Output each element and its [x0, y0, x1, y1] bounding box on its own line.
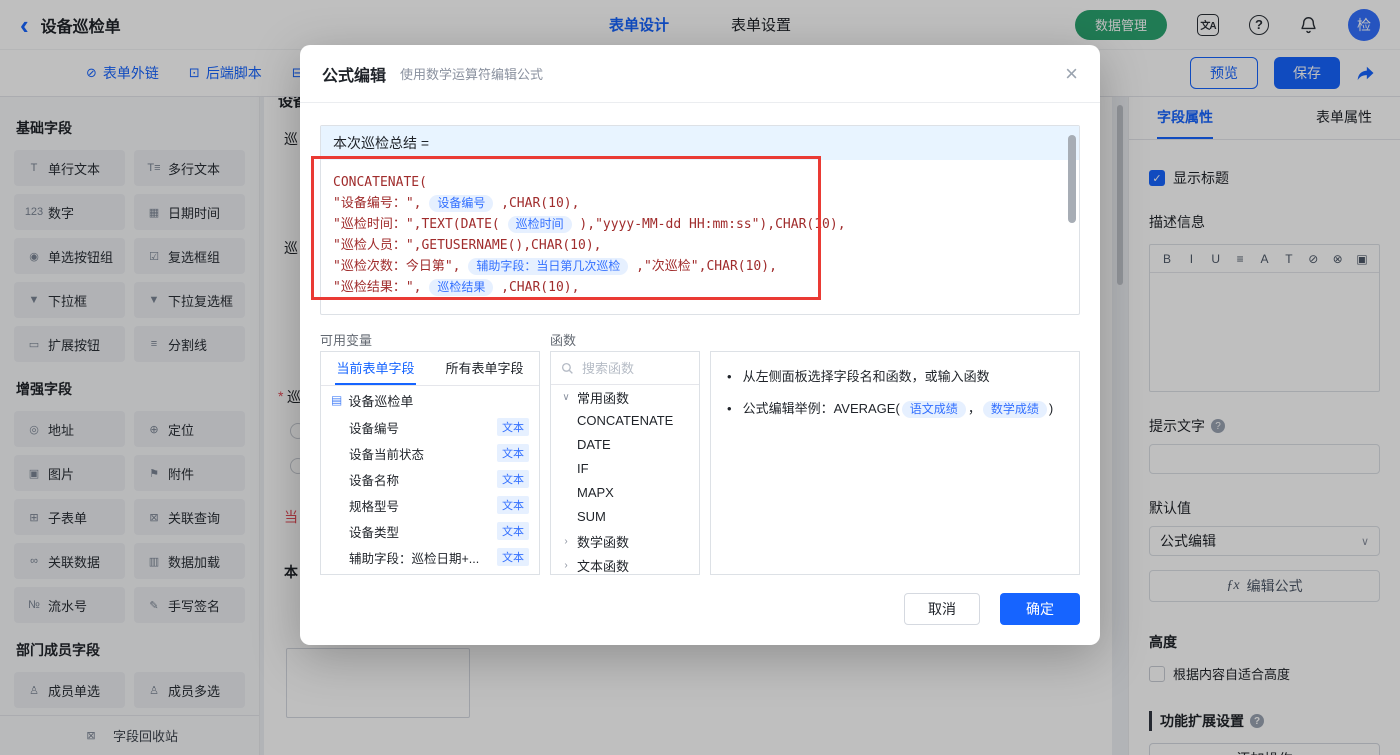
formula-code-area[interactable]: CONCATENATE("设备编号：", 设备编号 ,CHAR(10),"巡检时… — [321, 160, 1079, 314]
variable-name: 设备编号 — [349, 418, 399, 437]
example-token: 数学成绩 — [983, 401, 1047, 418]
formula-line: "巡检时间：",TEXT(DATE( 巡检时间 ),"yyyy-MM-dd HH… — [333, 214, 1067, 235]
help-example-suffix: ) — [1049, 399, 1053, 419]
variables-panel: 当前表单字段 所有表单字段 ▤ 设备巡检单 设备编号文本设备当前状态文本设备名称… — [320, 351, 540, 575]
variable-row[interactable]: 规格型号 文本 — [321, 492, 539, 518]
modal-title: 公式编辑 — [322, 62, 386, 86]
formula-text: ,CHAR(10), — [493, 196, 579, 211]
function-item[interactable]: MAPX — [551, 481, 699, 505]
variable-row[interactable]: 辅助字段：巡检日期+... 文本 — [321, 544, 539, 570]
variables-tabs: 当前表单字段 所有表单字段 — [321, 352, 539, 386]
example-token: 语文成绩 — [902, 401, 966, 418]
function-item[interactable]: IF — [551, 457, 699, 481]
close-icon[interactable]: × — [1065, 63, 1078, 85]
function-search-input[interactable] — [580, 360, 680, 377]
formula-text: "巡检时间：",TEXT(DATE( — [333, 217, 508, 232]
modal-header: 公式编辑 使用数学运算符编辑公式 × — [300, 45, 1100, 103]
field-token[interactable]: 设备编号 — [429, 195, 493, 212]
functions-label: 函数 — [550, 330, 576, 349]
help-panel: • 从左侧面板选择字段名和函数，或输入函数 • 公式编辑举例：AVERAGE( … — [710, 351, 1080, 575]
function-group-label: 数学函数 — [577, 532, 629, 551]
formula-text: ,CHAR(10), — [493, 280, 579, 295]
formula-text: "设备编号：", — [333, 196, 429, 211]
chevron-icon: ∨ — [561, 392, 571, 403]
variable-name: 辅助字段：巡检日期+... — [349, 548, 479, 567]
variable-row[interactable]: 设备编号 文本 — [321, 414, 539, 440]
variable-name: 设备当前状态 — [349, 444, 424, 463]
variable-row[interactable]: 设备类型 文本 — [321, 518, 539, 544]
formula-edit-modal: 公式编辑 使用数学运算符编辑公式 × 本次巡检总结 = CONCATENATE(… — [300, 45, 1100, 645]
variable-name: 规格型号 — [349, 496, 399, 515]
variable-row[interactable]: 设备名称 文本 — [321, 466, 539, 492]
formula-text: "巡检人员：",GETUSERNAME(),CHAR(10), — [333, 238, 602, 253]
formula-text: CONCATENATE( — [333, 175, 427, 190]
function-item[interactable]: CONCATENATE — [551, 409, 699, 433]
app-root: ‹ 设备巡检单 表单设计 表单设置 数据管理 文A ? 检 ⊘表单外链⊡后端脚本… — [0, 0, 1400, 755]
function-search — [551, 352, 699, 385]
help-example: • 公式编辑举例：AVERAGE( 语文成绩 ， 数学成绩 ) — [727, 399, 1063, 419]
variable-type-tag: 文本 — [497, 470, 529, 488]
tab-current-form-fields[interactable]: 当前表单字段 — [321, 352, 430, 385]
variable-name: 设备类型 — [349, 522, 399, 541]
formula-line: "巡检次数：今日第", 辅助字段：当日第几次巡检 ,"次巡检",CHAR(10)… — [333, 256, 1067, 277]
function-group[interactable]: › 文本函数 — [551, 553, 699, 575]
formula-line: "巡检人员：",GETUSERNAME(),CHAR(10), — [333, 235, 1067, 256]
formula-editor: 本次巡检总结 = CONCATENATE( "设备编号：", 设备编号 ,CHAR… — [320, 125, 1080, 315]
formula-text: ),"yyyy-MM-dd HH:mm:ss"),CHAR(10), — [572, 217, 846, 232]
help-tip-text: 从左侧面板选择字段名和函数，或输入函数 — [743, 367, 990, 387]
variable-type-tag: 文本 — [497, 548, 529, 566]
variable-name: 设备名称 — [349, 470, 399, 489]
form-tree-root-label: 设备巡检单 — [348, 391, 413, 410]
function-group[interactable]: › 数学函数 — [551, 529, 699, 553]
form-tree-root[interactable]: ▤ 设备巡检单 — [321, 386, 539, 414]
ok-button[interactable]: 确定 — [1000, 593, 1080, 625]
formula-line: "设备编号：", 设备编号 ,CHAR(10), — [333, 193, 1067, 214]
formula-text: "巡检结果：", — [333, 280, 429, 295]
chevron-icon: › — [561, 536, 571, 547]
function-group-label: 文本函数 — [577, 556, 629, 575]
field-token[interactable]: 巡检结果 — [429, 279, 493, 296]
formula-text: ,"次巡检",CHAR(10), — [628, 259, 777, 274]
variable-type-tag: 文本 — [497, 418, 529, 436]
variable-type-tag: 文本 — [497, 444, 529, 462]
variables-label: 可用变量 — [320, 330, 372, 349]
function-item[interactable]: SUM — [551, 505, 699, 529]
field-token[interactable]: 巡检时间 — [508, 216, 572, 233]
tab-all-form-fields[interactable]: 所有表单字段 — [430, 352, 539, 385]
chevron-icon: › — [561, 560, 571, 571]
formula-line: "巡检结果：", 巡检结果 ,CHAR(10), — [333, 277, 1067, 298]
search-icon — [561, 362, 574, 375]
function-group[interactable]: ∨ 常用函数 — [551, 385, 699, 409]
cancel-button[interactable]: 取消 — [904, 593, 980, 625]
function-group-label: 常用函数 — [577, 388, 629, 407]
modal-subtitle: 使用数学运算符编辑公式 — [400, 64, 543, 83]
help-example-prefix: 公式编辑举例：AVERAGE( — [743, 399, 900, 419]
help-example-separator: ， — [968, 399, 981, 419]
help-tip: • 从左侧面板选择字段名和函数，或输入函数 — [727, 367, 1063, 387]
bullet-icon: • — [727, 399, 732, 419]
variable-type-tag: 文本 — [497, 496, 529, 514]
function-item[interactable]: DATE — [551, 433, 699, 457]
formula-text: "巡检次数：今日第", — [333, 259, 468, 274]
variable-type-tag: 文本 — [497, 522, 529, 540]
editor-scrollbar[interactable] — [1068, 135, 1076, 223]
field-token[interactable]: 辅助字段：当日第几次巡检 — [468, 258, 628, 275]
formula-target-label: 本次巡检总结 = — [321, 126, 1079, 160]
variable-row[interactable]: 设备当前状态 文本 — [321, 440, 539, 466]
functions-panel: ∨ 常用函数 CONCATENATEDATEIFMAPXSUM › 数学函数 › 文本函数 — [550, 351, 700, 575]
document-icon: ▤ — [331, 393, 342, 407]
modal-footer: 取消 确定 — [904, 593, 1080, 625]
bullet-icon: • — [727, 367, 732, 387]
formula-line: CONCATENATE( — [333, 172, 1067, 193]
